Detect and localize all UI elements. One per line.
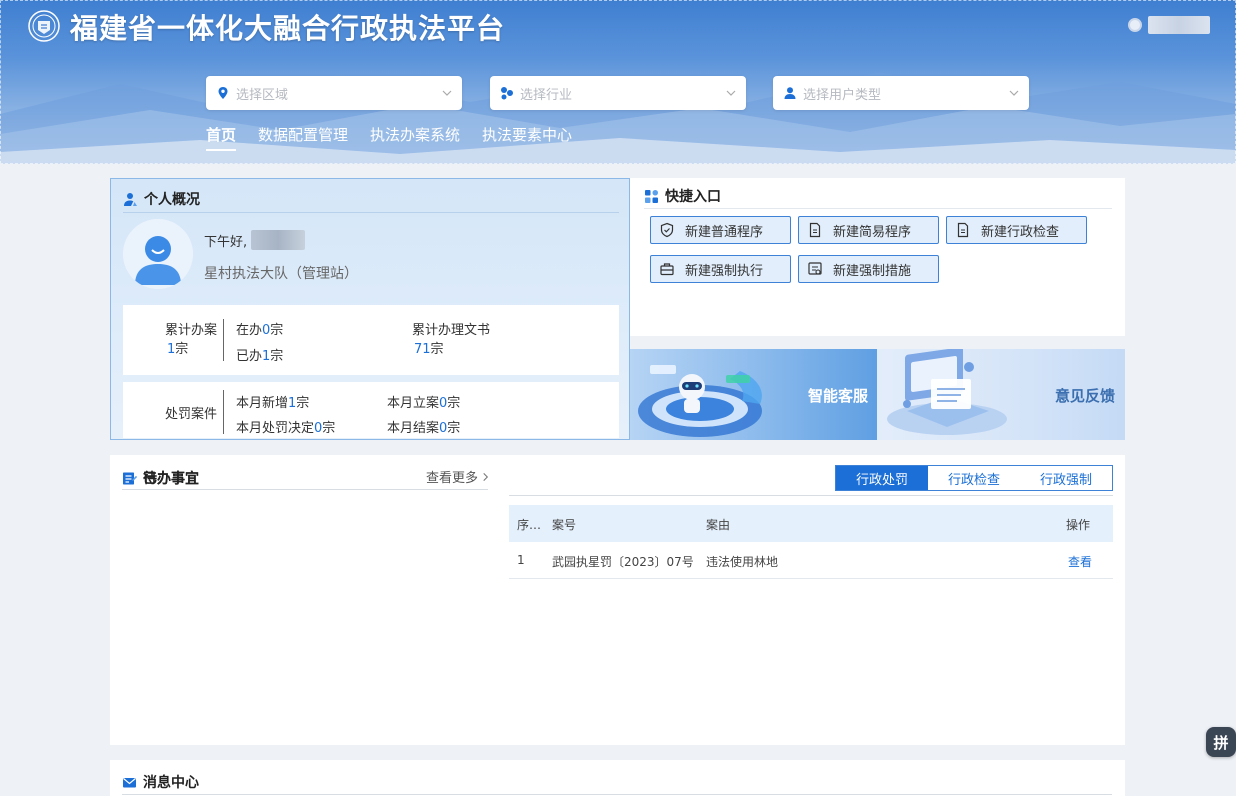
nav-item-home[interactable]: 首页 — [206, 124, 237, 151]
new-simple-procedure-button[interactable]: 新建简易程序 — [798, 216, 939, 244]
header-banner: 福建省一体化大融合行政执法平台 选择区域 选择行业 选择用户类型 首页 数据配置… — [0, 0, 1236, 164]
view-more-link[interactable]: 查看更多 — [426, 467, 490, 486]
document-icon — [809, 222, 821, 238]
location-pin-icon — [218, 87, 228, 99]
done-stat: 已办1宗 — [236, 349, 284, 364]
form-icon — [808, 262, 822, 275]
divider — [644, 208, 1112, 209]
industry-icon — [501, 87, 513, 100]
column-header-reason: 案由 — [706, 518, 731, 532]
docs-label: 累计办理文书 — [412, 323, 491, 338]
person-icon — [124, 192, 137, 206]
industry-select-placeholder: 选择行业 — [520, 87, 573, 103]
done-table: 序… 案号 案由 操作 1 武园执星罚〔2023〕07号 违法使用林地 查看 — [509, 505, 1113, 579]
view-case-link[interactable]: 查看 — [1068, 553, 1092, 570]
feedback-label: 意见反馈 — [1055, 387, 1116, 405]
greeting: 下午好, — [204, 230, 306, 250]
column-header-case-no: 案号 — [552, 518, 577, 532]
chevron-down-icon — [726, 90, 736, 96]
row-index: 1 — [517, 553, 525, 567]
avatar — [123, 219, 193, 289]
month-decision-stat: 本月处罚决定0宗 — [236, 421, 336, 436]
in-progress-stat: 在办0宗 — [236, 323, 284, 338]
docs-value: 71宗 — [414, 342, 444, 357]
divider — [122, 794, 1112, 795]
industry-select[interactable]: 选择行业 — [490, 76, 746, 110]
penalty-stats-box: 处罚案件 本月新增1宗 本月处罚决定0宗 本月立案0宗 本月结案0宗 — [123, 382, 619, 438]
briefcase-icon — [660, 263, 674, 276]
profile-panel-title: 个人概况 — [123, 189, 200, 209]
chevron-down-icon — [442, 90, 452, 96]
column-header-action: 操作 — [1066, 518, 1091, 532]
envelope-icon — [123, 777, 136, 787]
done-title: 已办事宜 — [122, 468, 199, 488]
divider — [223, 390, 224, 434]
table-row: 1 武园执星罚〔2023〕07号 违法使用林地 查看 — [509, 542, 1113, 579]
nav-item-data-config[interactable]: 数据配置管理 — [258, 124, 348, 151]
shield-check-icon — [660, 222, 674, 238]
document-icon — [957, 222, 969, 238]
divider — [122, 489, 488, 490]
total-cases-value: 1宗 — [167, 342, 189, 357]
total-cases-label: 累计办案 — [165, 323, 218, 338]
user-name-blurred — [251, 230, 306, 250]
user-icon — [784, 87, 796, 99]
month-new-stat: 本月新增1宗 — [236, 396, 310, 411]
main-nav: 首页 数据配置管理 执法办案系统 执法要素中心 — [206, 124, 572, 151]
tasks-panel: 待办事宜 查看更多 已办事宜 行政处罚 行政检查 行政强制 序… 案号 案由 操… — [110, 455, 1125, 745]
user-menu[interactable] — [1128, 16, 1210, 34]
tab-admin-penalty[interactable]: 行政处罚 — [836, 466, 928, 490]
organization-name: 星村执法大队（管理站） — [204, 266, 358, 282]
tab-admin-inspection[interactable]: 行政检查 — [928, 466, 1020, 490]
chevron-right-icon — [483, 472, 489, 481]
new-standard-procedure-button[interactable]: 新建普通程序 — [650, 216, 791, 244]
user-type-select[interactable]: 选择用户类型 — [773, 76, 1029, 110]
month-closed-stat: 本月结案0宗 — [387, 421, 461, 436]
column-header-index: 序… — [517, 518, 542, 532]
feedback-banner[interactable]: 意见反馈 — [877, 349, 1125, 440]
case-stats-box: 累计办案 1宗 在办0宗 已办1宗 累计办理文书 71宗 — [123, 305, 619, 375]
region-select-placeholder: 选择区域 — [236, 87, 289, 103]
quick-entry-panel: 快捷入口 新建普通程序 新建简易程序 新建行政检查 新建强制执行 新建强制措施 — [630, 178, 1125, 336]
new-enforcement-button[interactable]: 新建强制执行 — [650, 255, 791, 283]
tab-admin-enforcement[interactable]: 行政强制 — [1020, 466, 1112, 490]
user-avatar-icon — [1128, 18, 1142, 32]
new-inspection-button[interactable]: 新建行政检查 — [946, 216, 1087, 244]
quick-entry-title: 快捷入口 — [644, 186, 721, 206]
row-case-no: 武园执星罚〔2023〕07号 — [552, 555, 694, 569]
divider — [509, 495, 1113, 496]
month-filed-stat: 本月立案0宗 — [387, 396, 461, 411]
new-coercive-measure-button[interactable]: 新建强制措施 — [798, 255, 939, 283]
emblem-icon — [28, 10, 60, 42]
ime-pinyin-indicator[interactable]: 拼 — [1206, 727, 1236, 757]
message-center-title: 消息中心 — [122, 772, 199, 792]
message-center-panel: 消息中心 — [110, 760, 1125, 796]
divider — [123, 212, 619, 213]
divider — [223, 319, 224, 361]
ai-customer-service-label: 智能客服 — [808, 387, 869, 405]
table-header: 序… 案号 案由 操作 — [509, 505, 1113, 542]
ai-customer-service-banner[interactable]: 智能客服 — [630, 349, 877, 440]
avatar-placeholder-icon — [123, 219, 193, 289]
done-tabs: 行政处罚 行政检查 行政强制 — [835, 465, 1113, 491]
greeting-text: 下午好, — [204, 234, 248, 250]
row-reason: 违法使用林地 — [706, 555, 779, 569]
nav-item-case-system[interactable]: 执法办案系统 — [370, 124, 460, 151]
chevron-down-icon — [1009, 90, 1019, 96]
done-list-icon — [123, 472, 137, 484]
user-type-select-placeholder: 选择用户类型 — [803, 87, 882, 103]
profile-panel: 个人概况 下午好, 星村执法大队（管理站） 累计办案 1宗 在办0宗 已办1宗 … — [110, 178, 630, 440]
grid-apps-icon — [645, 189, 658, 203]
app-title: 福建省一体化大融合行政执法平台 — [70, 12, 506, 45]
user-name-blurred — [1148, 16, 1210, 34]
nav-item-elements-center[interactable]: 执法要素中心 — [482, 124, 572, 151]
region-select[interactable]: 选择区域 — [206, 76, 462, 110]
penalty-cases-label: 处罚案件 — [165, 407, 218, 422]
